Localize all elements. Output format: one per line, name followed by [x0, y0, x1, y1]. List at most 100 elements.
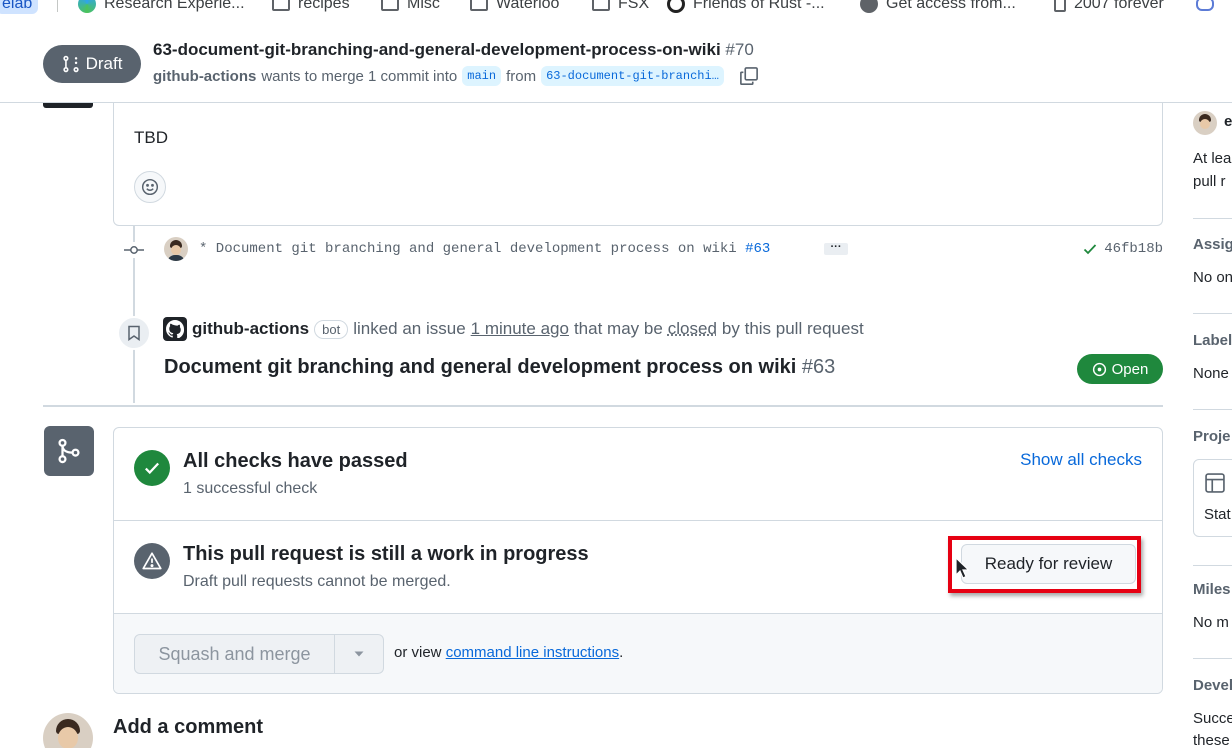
comment-body: TBD [134, 128, 168, 148]
git-commit-icon [124, 242, 144, 258]
assignees-heading[interactable]: Assig [1193, 236, 1232, 253]
wip-section: This pull request is still a work in pro… [114, 521, 1162, 614]
bookmark-recipes[interactable]: recipes [272, 0, 350, 14]
sidebar-divider [1193, 409, 1232, 410]
commit-message-text[interactable]: * Document git branching and general dev… [199, 241, 737, 257]
assignees-value: No on [1193, 269, 1232, 286]
labels-heading[interactable]: Label [1193, 332, 1232, 349]
globe-icon [860, 0, 878, 13]
commit-sha-link[interactable]: 46fb18b [1104, 241, 1163, 257]
closed-keyword[interactable]: closed [668, 319, 717, 339]
issue-status-label: Open [1112, 361, 1149, 378]
bookmark-2007[interactable]: 2007 forever [1054, 0, 1164, 14]
wip-subtitle: Draft pull requests cannot be merged. [183, 573, 451, 591]
draft-pr-icon [62, 55, 80, 73]
pr-title-text[interactable]: 63-document-git-branching-and-general-de… [153, 40, 721, 59]
from-text: from [506, 68, 536, 85]
issue-title-text[interactable]: Document git branching and general devel… [164, 356, 796, 378]
folder-icon [272, 0, 290, 11]
project-card[interactable]: Stat [1193, 459, 1232, 537]
bookmark-research[interactable]: Research Experie... [78, 0, 245, 14]
pr-number: #70 [725, 40, 753, 59]
checks-section: All checks have passed 1 successful chec… [114, 428, 1162, 521]
base-branch-label[interactable]: main [462, 66, 501, 86]
squash-merge-button[interactable]: Squash and merge [135, 635, 335, 673]
bookmark-label: FSX [618, 0, 649, 13]
pr-title: 63-document-git-branching-and-general-de… [153, 40, 754, 60]
pr-author-link[interactable]: github-actions [153, 68, 256, 85]
sidebar-divider [1193, 658, 1232, 659]
smiley-icon [141, 178, 159, 196]
comment-author-avatar[interactable] [43, 103, 93, 108]
draft-label: Draft [86, 54, 123, 74]
bookmark-elab[interactable]: elab [0, 0, 38, 14]
head-branch-label[interactable]: 63-document-git-branchi… [541, 66, 724, 86]
or-view-text: or view [394, 644, 442, 661]
reviewer-avatar[interactable] [1193, 111, 1217, 135]
development-value-line-1: Succe [1193, 710, 1232, 727]
development-heading[interactable]: Devel [1193, 677, 1232, 694]
draft-status-badge: Draft [43, 45, 141, 83]
bookmark-label: Research Experie... [104, 0, 245, 13]
merge-text: wants to merge 1 commit into [261, 68, 457, 85]
commit-author-avatar[interactable] [164, 237, 188, 261]
link-icon [1196, 0, 1214, 11]
add-reaction-button[interactable] [134, 171, 166, 203]
bookmarks-separator [57, 0, 58, 12]
bookmark-get-access[interactable]: Get access from... [860, 0, 1016, 14]
show-all-checks-link[interactable]: Show all checks [1020, 450, 1142, 470]
bookmark-label: recipes [298, 0, 350, 13]
bookmark-icon [117, 316, 151, 350]
bookmark-rust[interactable]: Friends of Rust -... [667, 0, 825, 14]
merge-method-dropdown[interactable] [335, 635, 383, 673]
bookmark-overflow[interactable] [1196, 0, 1214, 14]
commit-issue-link[interactable]: #63 [745, 241, 770, 257]
bot-label: bot [314, 320, 348, 339]
linked-text: linked an issue [353, 319, 465, 339]
that-text: that may be [574, 319, 663, 339]
timeline-divider [43, 405, 1163, 407]
event-time-link[interactable]: 1 minute ago [471, 319, 569, 339]
page-icon [1054, 0, 1066, 12]
current-user-avatar[interactable] [43, 713, 93, 748]
bookmark-label: Misc [407, 0, 440, 13]
commit-expand-button[interactable]: ··· [824, 243, 848, 255]
milestone-heading[interactable]: Miles [1193, 581, 1231, 598]
issue-number: #63 [802, 356, 835, 378]
github-logo-icon[interactable] [163, 317, 187, 341]
edge-icon [78, 0, 96, 13]
triangle-down-icon [353, 650, 365, 658]
check-icon [1082, 241, 1098, 257]
bookmarks-bar: elab Research Experie... recipes Misc Wa… [0, 0, 1232, 14]
ready-for-review-button[interactable]: Ready for review [961, 544, 1136, 584]
bookmark-label: Waterloo [496, 0, 559, 13]
bookmark-waterloo[interactable]: Waterloo [470, 0, 559, 14]
mouse-cursor-icon [955, 557, 969, 579]
bookmark-label: Get access from... [886, 0, 1016, 13]
period: . [619, 644, 623, 661]
sidebar-divider [1193, 565, 1232, 566]
pr-sticky-header: Draft 63-document-git-branching-and-gene… [0, 14, 1232, 103]
reviewer-note-line-2: pull r [1193, 173, 1226, 190]
event-description: github-actions bot linked an issue 1 min… [163, 317, 864, 341]
bookmark-misc[interactable]: Misc [381, 0, 440, 14]
reviewer-name[interactable]: e [1224, 113, 1232, 130]
merge-box: All checks have passed 1 successful chec… [113, 427, 1163, 694]
git-merge-icon [44, 426, 94, 476]
commit-message[interactable]: * Document git branching and general dev… [199, 241, 770, 257]
pr-description-comment: TBD [113, 103, 1163, 226]
development-value-line-2: these [1193, 732, 1230, 748]
folder-icon [470, 0, 488, 11]
projects-heading[interactable]: Proje [1193, 428, 1231, 445]
issue-open-badge: Open [1077, 354, 1163, 384]
command-line-instructions-link[interactable]: command line instructions [446, 644, 619, 661]
sidebar-divider [1193, 313, 1232, 314]
copy-branch-icon[interactable] [739, 66, 759, 86]
bookmark-fsx[interactable]: FSX [592, 0, 649, 14]
project-status-label: Stat [1204, 506, 1231, 523]
linked-issue-title[interactable]: Document git branching and general devel… [164, 356, 835, 379]
table-icon [1204, 472, 1226, 494]
checks-subtitle: 1 successful check [183, 480, 317, 498]
wip-title: This pull request is still a work in pro… [183, 543, 589, 566]
event-actor-link[interactable]: github-actions [192, 319, 309, 339]
